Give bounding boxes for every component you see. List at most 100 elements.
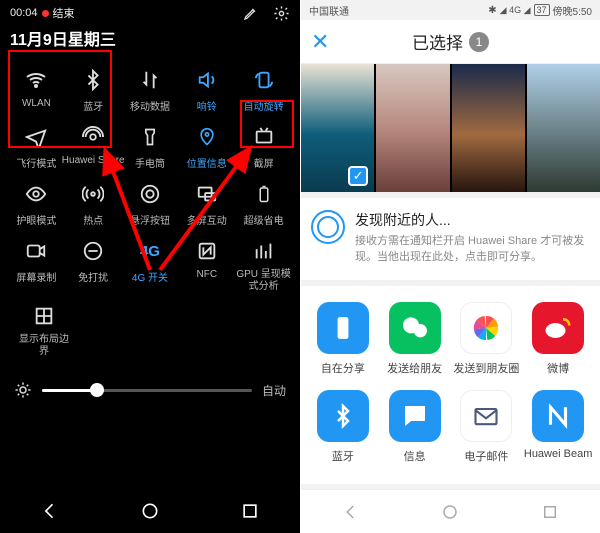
brightness-auto-label[interactable]: 自动	[262, 382, 286, 399]
tile-multiscreen[interactable]: 多屏互动	[179, 180, 235, 227]
right-phone-share-sheet: 中国联通 ✱ ◢ 4G ◢ 37 傍晚5:50 ✕ 已选择 1 ✓ 发现附近的	[300, 0, 600, 533]
app-messages[interactable]: 信息	[379, 390, 451, 464]
nav-recent-icon[interactable]	[240, 501, 260, 521]
bluetooth-icon	[82, 69, 104, 91]
tile-airplane[interactable]: 飞行模式	[8, 123, 64, 170]
phone-icon	[330, 312, 356, 344]
tile-ultra-power[interactable]: 超级省电	[236, 180, 292, 227]
bluetooth-icon	[331, 401, 355, 431]
battery-indicator: 37	[534, 4, 550, 16]
float-icon	[139, 183, 161, 205]
nav-home-icon[interactable]	[441, 503, 459, 521]
tile-layout-bounds[interactable]: 显示布局边界	[16, 302, 72, 357]
left-phone-quick-settings: 00:04 结束 11月9日星期三 WLAN 蓝牙 移动数据 响铃 自动旋转 飞…	[0, 0, 300, 533]
tile-screen-record[interactable]: 屏幕录制	[8, 237, 64, 292]
tile-nfc[interactable]: NFC	[179, 237, 235, 292]
tile-screenshot[interactable]: 截屏	[236, 123, 292, 170]
app-email[interactable]: 电子邮件	[451, 390, 523, 464]
gallery-thumb[interactable]	[527, 64, 600, 192]
app-wechat-moments[interactable]: 发送到朋友圈	[451, 302, 523, 376]
signal-indicator-icon: ◢ 4G ◢	[500, 5, 531, 16]
flashlight-icon	[140, 126, 160, 148]
record-dot-icon	[42, 10, 49, 17]
nfc-icon	[196, 240, 218, 262]
tile-wlan[interactable]: WLAN	[8, 66, 64, 113]
location-icon	[197, 126, 217, 148]
tile-sound[interactable]: 响铃	[179, 66, 235, 113]
status-time: 傍晚5:50	[553, 3, 592, 18]
brightness-icon	[14, 381, 32, 399]
tile-mobile-data[interactable]: 移动数据	[122, 66, 178, 113]
screenshot-icon	[253, 126, 275, 148]
selection-count-badge: 1	[469, 32, 489, 52]
app-huawei-beam[interactable]: Huawei Beam	[522, 390, 594, 464]
status-bar: 00:04 结束	[0, 0, 300, 26]
wechat-icon	[399, 312, 431, 344]
app-wechat-friend[interactable]: 发送给朋友	[379, 302, 451, 376]
dnd-icon	[82, 240, 104, 262]
sound-icon	[196, 69, 218, 91]
brightness-track[interactable]	[42, 389, 252, 392]
nfc-n-icon	[543, 401, 573, 431]
tile-location[interactable]: 位置信息	[179, 123, 235, 170]
rotate-icon	[253, 69, 275, 91]
mail-icon	[470, 402, 502, 430]
status-rec-label: 结束	[53, 5, 75, 21]
cast-icon	[196, 183, 218, 205]
record-icon	[25, 240, 47, 262]
nav-bar	[0, 489, 300, 533]
app-bluetooth[interactable]: 蓝牙	[307, 390, 379, 464]
tile-huawei-share[interactable]: Huawei Share	[65, 123, 121, 170]
status-time: 00:04	[10, 7, 38, 19]
tile-hotspot[interactable]: 热点	[65, 180, 121, 227]
tile-eye-comfort[interactable]: 护眼模式	[8, 180, 64, 227]
status-bar: 中国联通 ✱ ◢ 4G ◢ 37 傍晚5:50	[301, 0, 600, 20]
panel-date: 11月9日星期三	[0, 26, 300, 56]
tile-gpu[interactable]: GPU 呈现模式分析	[236, 237, 292, 292]
weibo-icon	[543, 313, 573, 343]
huawei-share-ring-icon	[311, 210, 345, 244]
wifi-icon	[24, 68, 48, 92]
gallery-thumb[interactable]	[376, 64, 449, 192]
header-title: 已选择	[412, 29, 463, 54]
bluetooth-indicator-icon: ✱	[488, 5, 496, 16]
tile-flashlight[interactable]: 手电筒	[122, 123, 178, 170]
app-weibo[interactable]: 微博	[522, 302, 594, 376]
gallery-strip[interactable]: ✓	[301, 64, 600, 192]
nav-bar	[301, 489, 600, 533]
bounds-icon	[33, 305, 55, 327]
eye-icon	[25, 183, 47, 205]
battery-icon	[255, 183, 273, 205]
share-apps-grid: 自在分享 发送给朋友 发送到朋友圈 微博 蓝牙 信息 电子邮件 Huawei B…	[301, 286, 600, 484]
nav-recent-icon[interactable]	[541, 503, 559, 521]
data-icon	[139, 69, 161, 91]
message-icon	[400, 401, 430, 431]
share-header: ✕ 已选择 1	[301, 20, 600, 64]
edit-icon[interactable]	[243, 5, 259, 21]
quick-settings-grid: WLAN 蓝牙 移动数据 响铃 自动旋转 飞行模式 Huawei Share 手…	[0, 66, 300, 357]
gallery-thumb[interactable]: ✓	[301, 64, 374, 192]
airplane-icon	[25, 126, 47, 148]
nearby-title: 发现附近的人...	[355, 210, 590, 230]
app-zizai[interactable]: 自在分享	[307, 302, 379, 376]
nav-back-icon[interactable]	[40, 501, 60, 521]
tile-dnd[interactable]: 免打扰	[65, 237, 121, 292]
moments-icon	[470, 312, 502, 344]
nav-back-icon[interactable]	[342, 503, 360, 521]
gallery-thumb[interactable]	[452, 64, 525, 192]
close-icon[interactable]: ✕	[311, 29, 329, 55]
huawei-share-icon	[82, 126, 104, 148]
gear-icon[interactable]	[273, 5, 290, 22]
tile-bluetooth[interactable]: 蓝牙	[65, 66, 121, 113]
tile-4g[interactable]: 4G4G 开关	[122, 237, 178, 292]
tile-auto-rotate[interactable]: 自动旋转	[236, 66, 292, 113]
gpu-icon	[253, 240, 275, 262]
check-icon: ✓	[348, 166, 368, 186]
nav-home-icon[interactable]	[140, 501, 160, 521]
nearby-panel[interactable]: 发现附近的人... 接收方需在通知栏开启 Huawei Share 才可被发现。…	[301, 198, 600, 280]
hotspot-icon	[82, 183, 104, 205]
tile-float-button[interactable]: 悬浮按钮	[122, 180, 178, 227]
carrier-label: 中国联通	[309, 3, 349, 18]
nearby-desc: 接收方需在通知栏开启 Huawei Share 才可被发现。当他出现在此处，点击…	[355, 234, 590, 266]
brightness-slider[interactable]: 自动	[0, 381, 300, 399]
